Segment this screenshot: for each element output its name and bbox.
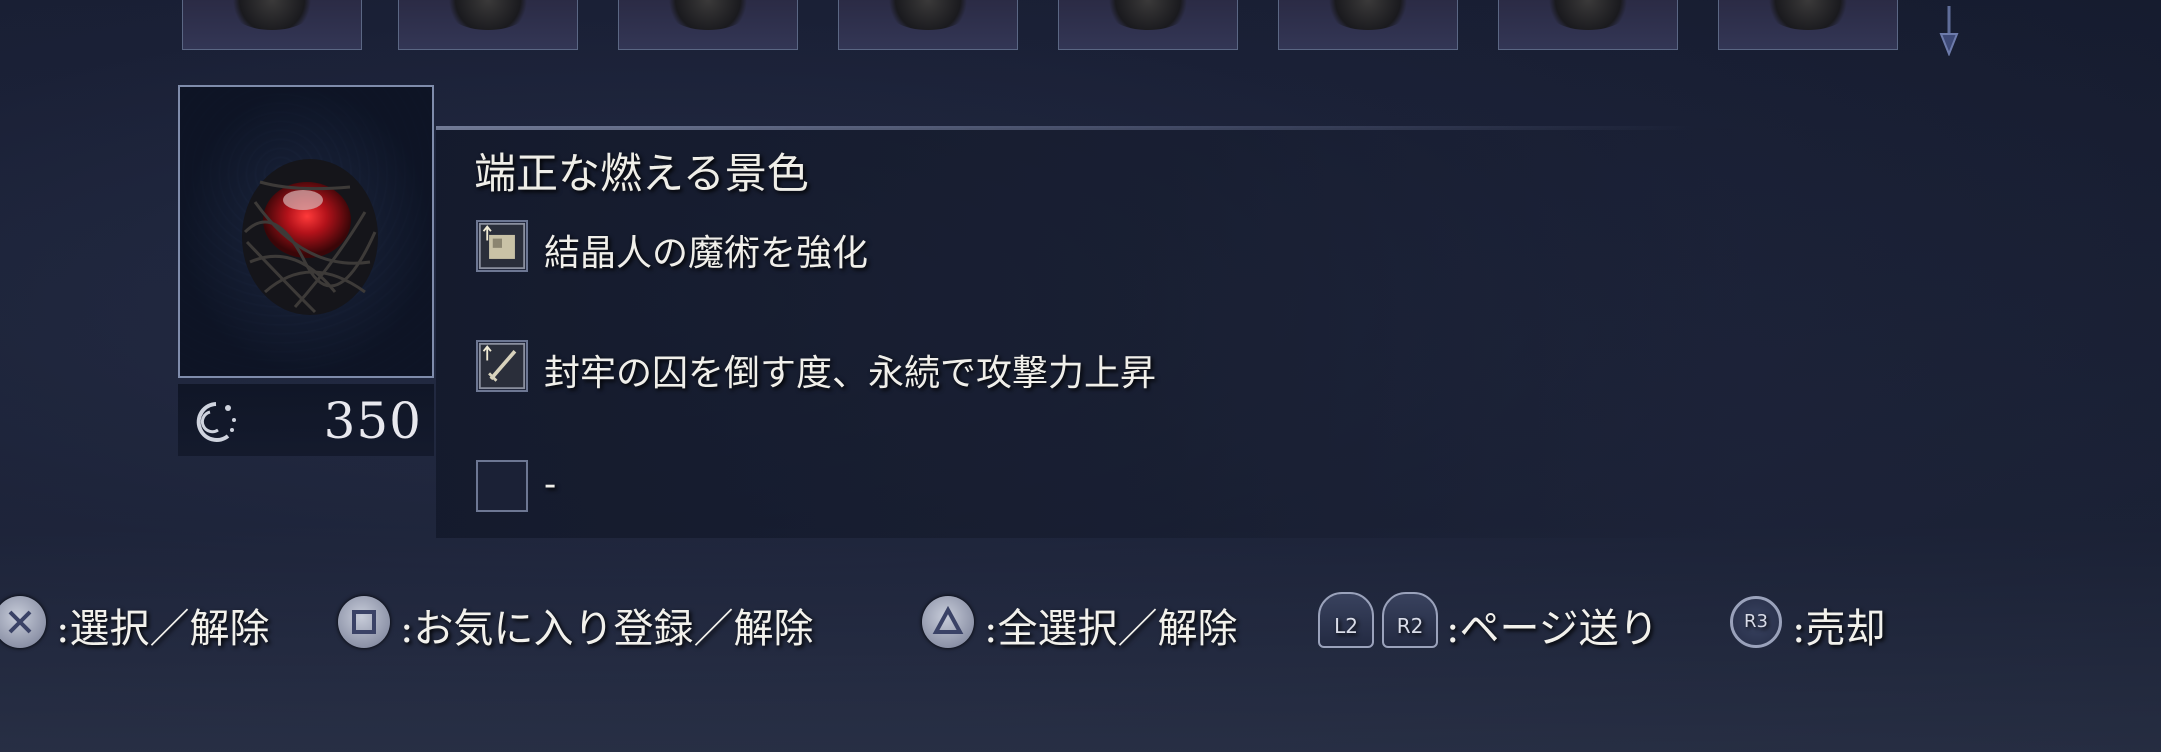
effect-text: 封牢の囚を倒す度、永続で攻撃力上昇: [544, 353, 1157, 394]
effect-text: -: [544, 464, 557, 505]
page-turn-hint: :ページ送り: [1446, 606, 1659, 652]
triangle-button-icon[interactable]: [922, 596, 974, 648]
item-thumbnail-icon: [1763, 0, 1853, 30]
scroll-down-arrow-icon[interactable]: [1938, 6, 1960, 56]
empty-slot-icon: [476, 460, 528, 512]
r2-button-icon[interactable]: R2: [1382, 592, 1438, 648]
item-thumbnail-icon: [1323, 0, 1413, 30]
sword-boost-icon: [476, 340, 528, 392]
inventory-grid-top-row: [0, 0, 2161, 56]
spell-boost-icon: [476, 220, 528, 272]
selected-item-preview: [178, 85, 434, 378]
r3-button-icon[interactable]: R3: [1730, 596, 1782, 648]
sell-hint: :売却: [1792, 606, 1886, 652]
item-thumbnail-icon: [663, 0, 753, 30]
inventory-cell[interactable]: [838, 0, 1018, 50]
rune-currency-icon: [196, 402, 236, 442]
inventory-cell[interactable]: [1058, 0, 1238, 50]
inventory-cell[interactable]: [398, 0, 578, 50]
select-hint: :選択／解除: [56, 606, 270, 652]
cross-button-icon[interactable]: [0, 596, 46, 648]
item-thumbnail-icon: [443, 0, 533, 30]
item-name: 端正な燃える景色: [474, 149, 809, 198]
effect-text: 結晶人の魔術を強化: [544, 233, 869, 274]
inventory-cell[interactable]: [182, 0, 362, 50]
sell-price-box: 350: [178, 384, 434, 456]
controller-hints-bar: :選択／解除 :お気に入り登録／解除 :全選択／解除 L2 R2 :ページ送り …: [0, 588, 2161, 658]
item-thumbnail-icon: [227, 0, 317, 30]
panel-divider: [436, 126, 1696, 130]
select-all-hint: :全選択／解除: [984, 606, 1238, 652]
favorite-hint: :お気に入り登録／解除: [400, 606, 814, 652]
inventory-cell[interactable]: [1498, 0, 1678, 50]
item-thumbnail-icon: [1103, 0, 1193, 30]
inventory-cell[interactable]: [1278, 0, 1458, 50]
burning-scene-relic-icon: [242, 159, 378, 315]
l2-button-icon[interactable]: L2: [1318, 592, 1374, 648]
inventory-cell[interactable]: [618, 0, 798, 50]
item-price: 350: [323, 392, 422, 450]
square-button-icon[interactable]: [338, 596, 390, 648]
item-thumbnail-icon: [883, 0, 973, 30]
inventory-cell[interactable]: [1718, 0, 1898, 50]
item-thumbnail-icon: [1543, 0, 1633, 30]
